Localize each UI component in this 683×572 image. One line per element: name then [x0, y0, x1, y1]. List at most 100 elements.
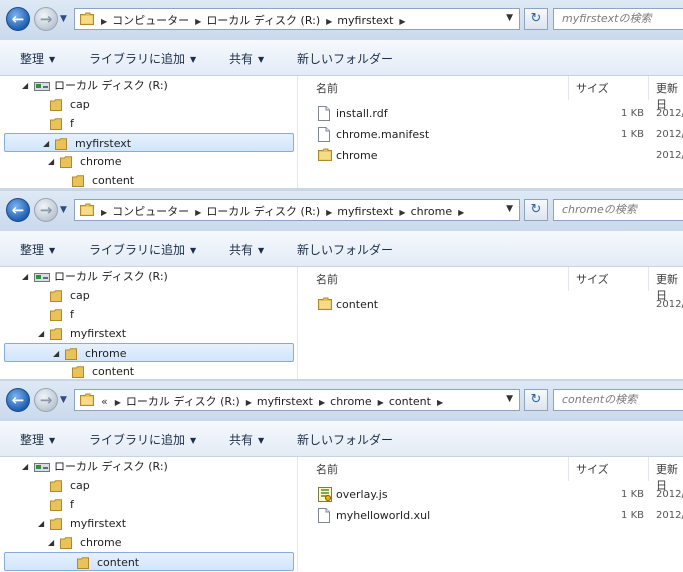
tree-item-f[interactable]: f — [0, 114, 290, 133]
column-header-name[interactable]: 名前 — [316, 80, 338, 96]
breadcrumb-item[interactable]: ローカル ディスク (R:) — [206, 14, 320, 27]
add-to-library-button[interactable]: ライブラリに追加 ▼ — [89, 431, 196, 448]
expand-arrow-icon[interactable]: ◢ — [38, 324, 44, 343]
new-folder-button[interactable]: 新しいフォルダー — [297, 241, 393, 258]
address-box[interactable]: ▶ コンピューター ▶ ローカル ディスク (R:) ▶ myfirstext ▶ chrom… — [74, 199, 520, 221]
tree-item-f[interactable]: f — [0, 495, 290, 514]
column-header-size[interactable]: サイズ — [576, 461, 609, 477]
breadcrumb-item[interactable]: myfirstext — [337, 14, 393, 27]
breadcrumb-separator-icon[interactable]: ▶ — [326, 17, 332, 26]
address-box[interactable]: ▶ コンピューター ▶ ローカル ディスク (R:) ▶ myfirstext ▶ ▼ — [74, 8, 520, 30]
tree-item-myfirstext[interactable]: ◢ myfirstext — [4, 133, 294, 152]
refresh-button[interactable]: ↻ — [524, 8, 548, 30]
refresh-button[interactable]: ↻ — [524, 389, 548, 411]
tree-item-cap[interactable]: cap — [0, 95, 290, 114]
column-divider[interactable] — [648, 267, 649, 291]
forward-button[interactable]: → — [34, 198, 58, 222]
new-folder-button[interactable]: 新しいフォルダー — [297, 50, 393, 67]
search-input[interactable]: contentの検索 — [553, 389, 683, 411]
tree-item-content[interactable]: content — [4, 552, 294, 571]
forward-button[interactable]: → — [34, 7, 58, 31]
file-row[interactable]: content 2012/ — [298, 295, 683, 316]
file-row[interactable]: chrome 2012/ — [298, 146, 683, 167]
breadcrumb-separator-icon[interactable]: ▶ — [399, 208, 405, 217]
file-row[interactable]: install.rdf 1 KB 2012/ — [298, 104, 683, 125]
column-divider[interactable] — [568, 457, 569, 481]
refresh-button[interactable]: ↻ — [524, 199, 548, 221]
overflow-chevron-icon[interactable]: « — [101, 395, 108, 408]
column-divider[interactable] — [648, 76, 649, 100]
breadcrumb-item[interactable]: chrome — [411, 205, 453, 218]
tree-item-chrome[interactable]: ◢ chrome — [0, 533, 290, 552]
expand-arrow-icon[interactable]: ◢ — [22, 457, 28, 476]
recent-pages-dropdown-icon[interactable]: ▼ — [60, 205, 67, 215]
address-box[interactable]: « ▶ ローカル ディスク (R:) ▶ myfirstext ▶ chrome ▶ conte… — [74, 389, 520, 411]
breadcrumb-item[interactable]: chrome — [330, 395, 372, 408]
search-input[interactable]: myfirstextの検索 — [553, 8, 683, 30]
tree-item-cap[interactable]: cap — [0, 476, 290, 495]
expand-arrow-icon[interactable]: ◢ — [38, 514, 44, 533]
breadcrumb-item[interactable]: コンピューター — [112, 14, 189, 27]
expand-arrow-icon[interactable]: ◢ — [43, 134, 49, 153]
add-to-library-button[interactable]: ライブラリに追加 ▼ — [89, 241, 196, 258]
breadcrumb-item[interactable]: ローカル ディスク (R:) — [126, 395, 240, 408]
tree-item-drive[interactable]: ◢ ローカル ディスク (R:) — [0, 267, 290, 286]
tree-item-f[interactable]: f — [0, 305, 290, 324]
column-header-size[interactable]: サイズ — [576, 271, 609, 287]
column-divider[interactable] — [568, 267, 569, 291]
tree-item-myfirstext[interactable]: ◢ myfirstext — [0, 324, 290, 343]
column-header-name[interactable]: 名前 — [316, 461, 338, 477]
new-folder-button[interactable]: 新しいフォルダー — [297, 431, 393, 448]
file-row[interactable]: overlay.js 1 KB 2012/ — [298, 485, 683, 506]
breadcrumb-item[interactable]: content — [389, 395, 431, 408]
back-button[interactable]: ← — [6, 7, 30, 31]
breadcrumb-separator-icon[interactable]: ▶ — [195, 208, 201, 217]
file-row[interactable]: myhelloworld.xul 1 KB 2012/ — [298, 506, 683, 527]
address-dropdown-icon[interactable]: ▼ — [506, 13, 513, 23]
breadcrumb-item[interactable]: myfirstext — [257, 395, 313, 408]
breadcrumb-separator-icon[interactable]: ▶ — [101, 208, 107, 217]
breadcrumb-separator-icon[interactable]: ▶ — [246, 398, 252, 407]
expand-arrow-icon[interactable]: ◢ — [22, 267, 28, 286]
breadcrumb-separator-icon[interactable]: ▶ — [101, 17, 107, 26]
column-header-name[interactable]: 名前 — [316, 271, 338, 287]
back-button[interactable]: ← — [6, 198, 30, 222]
share-button[interactable]: 共有 ▼ — [229, 431, 264, 448]
expand-arrow-icon[interactable]: ◢ — [53, 344, 59, 363]
back-button[interactable]: ← — [6, 388, 30, 412]
tree-item-chrome[interactable]: ◢ chrome — [0, 152, 290, 171]
organize-button[interactable]: 整理 ▼ — [20, 50, 55, 67]
search-input[interactable]: chromeの検索 — [553, 199, 683, 221]
address-dropdown-icon[interactable]: ▼ — [506, 204, 513, 214]
tree-item-myfirstext[interactable]: ◢ myfirstext — [0, 514, 290, 533]
tree-item-chrome[interactable]: ◢ chrome — [4, 343, 294, 362]
breadcrumb-separator-icon[interactable]: ▶ — [437, 398, 443, 407]
forward-button[interactable]: → — [34, 388, 58, 412]
breadcrumb-separator-icon[interactable]: ▶ — [115, 398, 121, 407]
share-button[interactable]: 共有 ▼ — [229, 241, 264, 258]
column-divider[interactable] — [648, 457, 649, 481]
breadcrumb-separator-icon[interactable]: ▶ — [399, 17, 405, 26]
breadcrumb-item[interactable]: myfirstext — [337, 205, 393, 218]
breadcrumb-separator-icon[interactable]: ▶ — [378, 398, 384, 407]
share-button[interactable]: 共有 ▼ — [229, 50, 264, 67]
recent-pages-dropdown-icon[interactable]: ▼ — [60, 14, 67, 24]
column-divider[interactable] — [568, 76, 569, 100]
column-header-size[interactable]: サイズ — [576, 80, 609, 96]
tree-item-drive[interactable]: ◢ ローカル ディスク (R:) — [0, 76, 290, 95]
organize-button[interactable]: 整理 ▼ — [20, 241, 55, 258]
breadcrumb-separator-icon[interactable]: ▶ — [195, 17, 201, 26]
breadcrumb-separator-icon[interactable]: ▶ — [458, 208, 464, 217]
tree-item-drive[interactable]: ◢ ローカル ディスク (R:) — [0, 457, 290, 476]
breadcrumb-item[interactable]: コンピューター — [112, 205, 189, 218]
recent-pages-dropdown-icon[interactable]: ▼ — [60, 395, 67, 405]
breadcrumb-separator-icon[interactable]: ▶ — [319, 398, 325, 407]
expand-arrow-icon[interactable]: ◢ — [48, 533, 54, 552]
file-row[interactable]: chrome.manifest 1 KB 2012/ — [298, 125, 683, 146]
breadcrumb-separator-icon[interactable]: ▶ — [326, 208, 332, 217]
add-to-library-button[interactable]: ライブラリに追加 ▼ — [89, 50, 196, 67]
expand-arrow-icon[interactable]: ◢ — [48, 152, 54, 171]
organize-button[interactable]: 整理 ▼ — [20, 431, 55, 448]
breadcrumb-item[interactable]: ローカル ディスク (R:) — [206, 205, 320, 218]
address-dropdown-icon[interactable]: ▼ — [506, 394, 513, 404]
